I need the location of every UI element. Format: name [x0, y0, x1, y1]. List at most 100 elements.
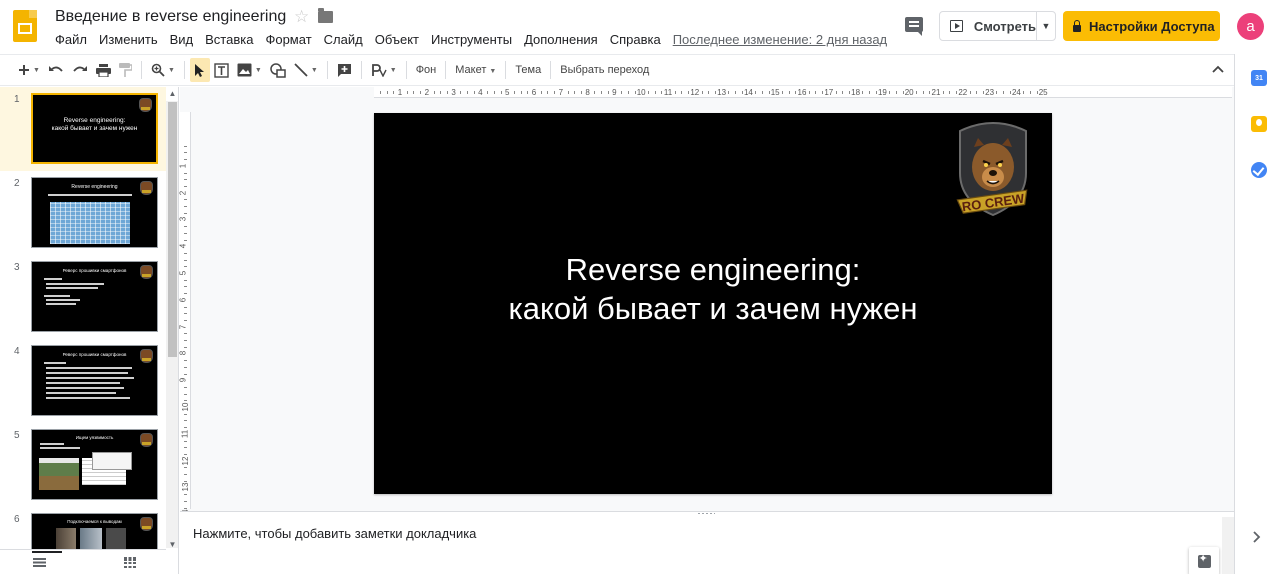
ruler-tick	[473, 91, 475, 94]
menu-slide[interactable]: Слайд	[318, 31, 369, 50]
ruler-tick	[822, 91, 824, 94]
ruler-label: 7	[178, 324, 188, 329]
calendar-icon[interactable]: 31	[1251, 70, 1267, 86]
menu-object[interactable]: Объект	[369, 31, 425, 50]
paint-format-button[interactable]	[115, 58, 136, 82]
ruler-label: 15	[770, 88, 780, 97]
redo-button[interactable]	[68, 58, 92, 82]
ruler-tick	[601, 91, 602, 94]
last-edit-link[interactable]: Последнее изменение: 2 дня назад	[673, 31, 887, 50]
ruler-label: 21	[931, 88, 941, 97]
cursor-icon	[194, 64, 204, 77]
ruler-tick	[406, 91, 408, 94]
ruler-tick	[184, 467, 187, 469]
ruler-tick	[184, 172, 187, 174]
ruler-label: 8	[585, 88, 590, 97]
scroll-up-arrow-icon[interactable]: ▲	[166, 87, 178, 100]
menu-view[interactable]: Вид	[164, 31, 200, 50]
ruler-label: 9	[178, 377, 188, 383]
ruler-tick	[184, 346, 187, 348]
ruler-tick	[184, 413, 187, 415]
ruler-tick	[929, 91, 931, 94]
ruler-tick	[184, 252, 187, 254]
present-button[interactable]: Смотреть	[940, 12, 1037, 40]
ruler-tick	[184, 232, 187, 234]
menu-edit[interactable]: Изменить	[93, 31, 164, 50]
chevron-up-icon[interactable]	[1212, 62, 1224, 76]
ruler-tick	[728, 91, 730, 94]
ruler-tick	[184, 480, 187, 482]
menu-file[interactable]: Файл	[49, 31, 93, 50]
menu-help[interactable]: Справка	[604, 31, 667, 50]
grid-view-icon[interactable]	[124, 557, 136, 568]
slides-logo-icon[interactable]	[13, 10, 37, 42]
select-tool-button[interactable]	[189, 58, 210, 82]
slide-thumbnail-1[interactable]: 1 Reverse engineering: какой бывает и зач…	[0, 87, 166, 171]
horizontal-ruler[interactable]: 1 2 3 4 5 6 7 8 9 10 11 12 13 14 15 16 17 18 19 20 21 22 23 24 2…	[374, 87, 1232, 98]
ruler-tick	[520, 91, 522, 94]
ruler-tick	[681, 91, 683, 94]
folder-icon[interactable]	[318, 8, 333, 23]
share-button[interactable]: Настройки Доступа	[1063, 11, 1220, 41]
ruler-tick	[184, 400, 187, 402]
transition-button[interactable]: Выбрать переход	[556, 64, 653, 76]
shape-button[interactable]	[266, 58, 290, 82]
ruler-tick	[547, 91, 549, 94]
ruler-tick	[755, 91, 757, 94]
menu-addons[interactable]: Дополнения	[518, 31, 604, 50]
ruler-tick	[184, 386, 187, 388]
filmstrip-view-icon[interactable]	[32, 551, 62, 567]
slide-thumbnail-2[interactable]: 2 Reverse engineering	[0, 171, 166, 255]
ruler-tick	[513, 91, 515, 94]
slide-title[interactable]: Reverse engineering: какой бывает и заче…	[374, 250, 1052, 328]
thumbnail-image	[39, 458, 79, 490]
keep-icon[interactable]	[1251, 116, 1267, 132]
ruler-tick	[460, 91, 462, 94]
print-button[interactable]	[92, 58, 115, 82]
ruler-tick	[621, 91, 623, 94]
avatar[interactable]: a	[1237, 13, 1264, 40]
line-button[interactable]: ▼	[290, 58, 322, 82]
ruler-tick	[184, 440, 187, 442]
undo-button[interactable]	[44, 58, 68, 82]
ruler-tick	[714, 91, 716, 94]
theme-button[interactable]: Тема	[511, 64, 545, 76]
comment-history-icon[interactable]	[905, 17, 923, 36]
ruler-tick	[184, 366, 187, 368]
paint-format-icon	[118, 63, 132, 77]
text-format-button[interactable]: ▼	[367, 58, 401, 82]
explore-button[interactable]	[1189, 547, 1219, 574]
tasks-icon[interactable]	[1251, 162, 1267, 178]
layout-button[interactable]: Макет ▼	[451, 64, 500, 76]
filmstrip-scrollbar-thumb[interactable]	[168, 102, 177, 357]
ruler-tick	[184, 179, 187, 181]
slide-thumbnail-5[interactable]: 5 Ищем уязвимость	[0, 423, 166, 507]
current-slide[interactable]: Reverse engineering: какой бывает и заче…	[374, 113, 1052, 494]
menu-insert[interactable]: Вставка	[199, 31, 259, 50]
ruler-tick	[184, 313, 187, 315]
add-comment-button[interactable]	[333, 58, 356, 82]
chevron-right-icon[interactable]	[1253, 531, 1261, 546]
menu-format[interactable]: Формат	[259, 31, 317, 50]
menu-tools[interactable]: Инструменты	[425, 31, 518, 50]
ruler-tick	[862, 91, 864, 94]
vertical-ruler[interactable]: 1234567891011121314	[178, 112, 191, 519]
slide-thumbnail-4[interactable]: 4 Реверс прошивки смартфонов	[0, 339, 166, 423]
ruler-tick	[184, 420, 187, 422]
notes-scrollbar-track[interactable]	[1222, 517, 1234, 574]
text-box-button[interactable]	[210, 58, 233, 82]
ruler-tick	[467, 91, 468, 94]
ruler-tick	[996, 91, 998, 94]
slide-thumbnail-3[interactable]: 3 Реверс прошивки смартфонов	[0, 255, 166, 339]
zoom-button[interactable]: ▼	[147, 58, 179, 82]
ruler-label: 2	[424, 88, 430, 97]
ruler-tick	[184, 226, 187, 228]
scroll-down-arrow-icon[interactable]: ▼	[166, 538, 178, 551]
new-slide-button[interactable]: ▼	[14, 58, 44, 82]
star-icon[interactable]: ☆	[294, 8, 309, 26]
document-title[interactable]: Введение в reverse engineering	[55, 8, 286, 26]
speaker-notes[interactable]: Нажмите, чтобы добавить заметки докладчи…	[180, 517, 1234, 574]
present-options-chevron-down-icon[interactable]: ▼	[1037, 12, 1055, 40]
insert-image-button[interactable]: ▼	[233, 58, 266, 82]
background-button[interactable]: Фон	[412, 64, 441, 76]
